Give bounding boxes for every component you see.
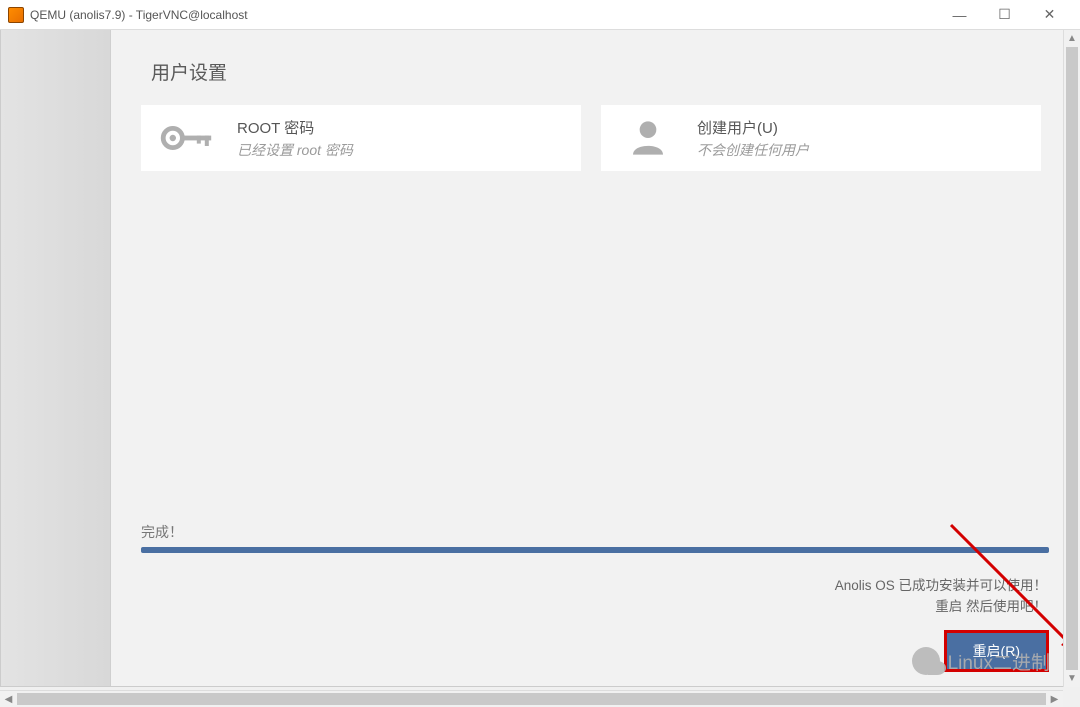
minimize-button[interactable]: — xyxy=(937,1,982,29)
installer-panel: 用户设置 ROOT 密码 已经设置 root 密码 xyxy=(111,30,1079,686)
reboot-button[interactable]: 重启(R) xyxy=(944,630,1049,672)
titlebar-left: QEMU (anolis7.9) - TigerVNC@localhost xyxy=(8,7,248,23)
scroll-up-arrow-icon[interactable]: ▲ xyxy=(1064,30,1080,47)
section-title: 用户设置 xyxy=(141,58,1049,85)
scroll-right-arrow-icon[interactable]: ▶ xyxy=(1046,691,1063,707)
horizontal-scrollbar[interactable]: ◀ ▶ xyxy=(0,690,1063,707)
window-controls: — ☐ ✕ xyxy=(937,1,1072,29)
root-card-subtitle: 已经设置 root 密码 xyxy=(237,140,353,160)
close-button[interactable]: ✕ xyxy=(1027,1,1072,29)
vertical-scrollbar[interactable]: ▲ ▼ xyxy=(1063,30,1080,687)
user-settings-cards: ROOT 密码 已经设置 root 密码 创建用户(U) 不会创建任何用户 xyxy=(141,105,1049,171)
success-line2: 重启 然后使用吧！ xyxy=(141,596,1047,618)
vnc-content: 用户设置 ROOT 密码 已经设置 root 密码 xyxy=(0,30,1080,687)
create-user-card[interactable]: 创建用户(U) 不会创建任何用户 xyxy=(601,105,1041,171)
complete-label: 完成！ xyxy=(141,522,1049,547)
scroll-left-arrow-icon[interactable]: ◀ xyxy=(0,691,17,707)
user-card-title: 创建用户(U) xyxy=(697,117,809,138)
installer-sidebar-art xyxy=(1,30,111,686)
window-title: QEMU (anolis7.9) - TigerVNC@localhost xyxy=(30,8,248,22)
maximize-button[interactable]: ☐ xyxy=(982,1,1027,29)
qemu-app-icon xyxy=(8,7,24,23)
horizontal-scroll-thumb[interactable] xyxy=(17,693,1046,705)
install-progress-bar xyxy=(141,547,1049,553)
vertical-scroll-thumb[interactable] xyxy=(1066,47,1078,670)
window-titlebar: QEMU (anolis7.9) - TigerVNC@localhost — … xyxy=(0,0,1080,30)
root-card-title: ROOT 密码 xyxy=(237,117,353,138)
user-card-subtitle: 不会创建任何用户 xyxy=(697,140,809,160)
success-messages: Anolis OS 已成功安装并可以使用！ 重启 然后使用吧！ xyxy=(141,575,1049,618)
key-icon xyxy=(157,115,219,161)
user-icon xyxy=(617,115,679,161)
success-line1: Anolis OS 已成功安装并可以使用！ xyxy=(141,575,1047,597)
scroll-down-arrow-icon[interactable]: ▼ xyxy=(1064,670,1080,687)
root-password-card[interactable]: ROOT 密码 已经设置 root 密码 xyxy=(141,105,581,171)
